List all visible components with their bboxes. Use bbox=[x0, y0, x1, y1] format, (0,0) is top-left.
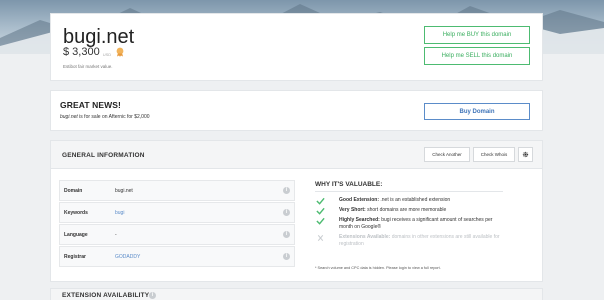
divider bbox=[315, 191, 503, 192]
buy-domain-button[interactable]: Buy Domain bbox=[424, 103, 530, 120]
detail-row-registrar: Registrar GODADDY i bbox=[59, 246, 295, 267]
reason-title: Very Short: bbox=[339, 207, 366, 213]
price-caption: Estibot fair market value. bbox=[63, 64, 113, 69]
news-domain: bugi.net bbox=[60, 114, 78, 120]
extension-availability-header: EXTENSION AVAILABILITY i bbox=[50, 288, 543, 300]
detail-label: Keywords bbox=[64, 210, 88, 216]
detail-row-domain: Domain bugi.net i bbox=[59, 180, 295, 201]
info-icon[interactable]: i bbox=[283, 253, 290, 260]
check-whois-button[interactable]: Check Whois bbox=[473, 147, 515, 162]
domain-details-table: Domain bugi.net i Keywords bugi i Langua… bbox=[59, 180, 295, 268]
registrar-link[interactable]: GODADDY bbox=[115, 254, 140, 260]
price-row: $ 3,300 USD bbox=[63, 46, 125, 58]
general-information-title: GENERAL INFORMATION bbox=[62, 152, 145, 159]
info-icon[interactable]: i bbox=[149, 292, 156, 299]
settings-button[interactable] bbox=[518, 147, 533, 162]
reason-title: Extensions Available: bbox=[339, 234, 391, 240]
info-icon[interactable]: i bbox=[283, 231, 290, 238]
list-item: Highly Searched: bugi receives a signifi… bbox=[315, 217, 505, 231]
check-icon bbox=[316, 197, 325, 205]
help-buy-button[interactable]: Help me BUY this domain bbox=[424, 26, 530, 44]
reason-text: .net is an established extension bbox=[379, 197, 451, 203]
detail-label: Domain bbox=[64, 188, 83, 194]
list-item: Very Short: short domains are more memor… bbox=[315, 207, 505, 215]
detail-row-keywords: Keywords bugi i bbox=[59, 202, 295, 223]
badge-icon bbox=[116, 47, 124, 57]
help-sell-button[interactable]: Help me SELL this domain bbox=[424, 47, 530, 65]
why-valuable-list: Good Extension: .net is an established e… bbox=[315, 197, 505, 251]
price-currency: USD bbox=[102, 51, 112, 57]
check-icon bbox=[316, 217, 325, 225]
list-item: Extensions Available: domains in other e… bbox=[315, 234, 505, 248]
reason-title: Good Extension: bbox=[339, 197, 379, 203]
news-text-rest: is for sale on Afternic for $2,000 bbox=[77, 114, 150, 120]
general-information-card: GENERAL INFORMATION Check Another Check … bbox=[50, 140, 543, 282]
extension-availability-title: EXTENSION AVAILABILITY bbox=[62, 292, 150, 299]
sale-news-card: GREAT NEWS! bugi.net is for sale on Afte… bbox=[50, 90, 543, 131]
footnote: * Search volume and CPC data is hidden. … bbox=[315, 266, 441, 270]
gear-icon bbox=[522, 151, 529, 158]
info-icon[interactable]: i bbox=[283, 187, 290, 194]
news-text: bugi.net is for sale on Afternic for $2,… bbox=[60, 114, 150, 120]
reason-text: short domains are more memorable bbox=[365, 207, 447, 213]
reason-title: Highly Searched: bbox=[339, 217, 380, 223]
info-icon[interactable]: i bbox=[283, 209, 290, 216]
domain-summary-card: bugi.net $ 3,300 USD Estibot fair market… bbox=[50, 13, 543, 81]
news-title: GREAT NEWS! bbox=[60, 100, 121, 110]
list-item: Good Extension: .net is an established e… bbox=[315, 197, 505, 205]
general-information-header: GENERAL INFORMATION Check Another Check … bbox=[51, 141, 542, 169]
detail-label: Language bbox=[64, 232, 88, 238]
check-another-button[interactable]: Check Another bbox=[424, 147, 470, 162]
detail-label: Registrar bbox=[64, 254, 86, 260]
domain-price: $ 3,300 bbox=[63, 46, 100, 58]
detail-value: bugi.net bbox=[115, 188, 133, 194]
why-valuable-title: WHY IT'S VALUABLE: bbox=[315, 181, 383, 188]
detail-value: - bbox=[115, 232, 117, 238]
cross-icon bbox=[317, 234, 324, 242]
check-icon bbox=[316, 207, 325, 215]
keyword-link[interactable]: bugi bbox=[115, 210, 124, 216]
detail-row-language: Language - i bbox=[59, 224, 295, 245]
